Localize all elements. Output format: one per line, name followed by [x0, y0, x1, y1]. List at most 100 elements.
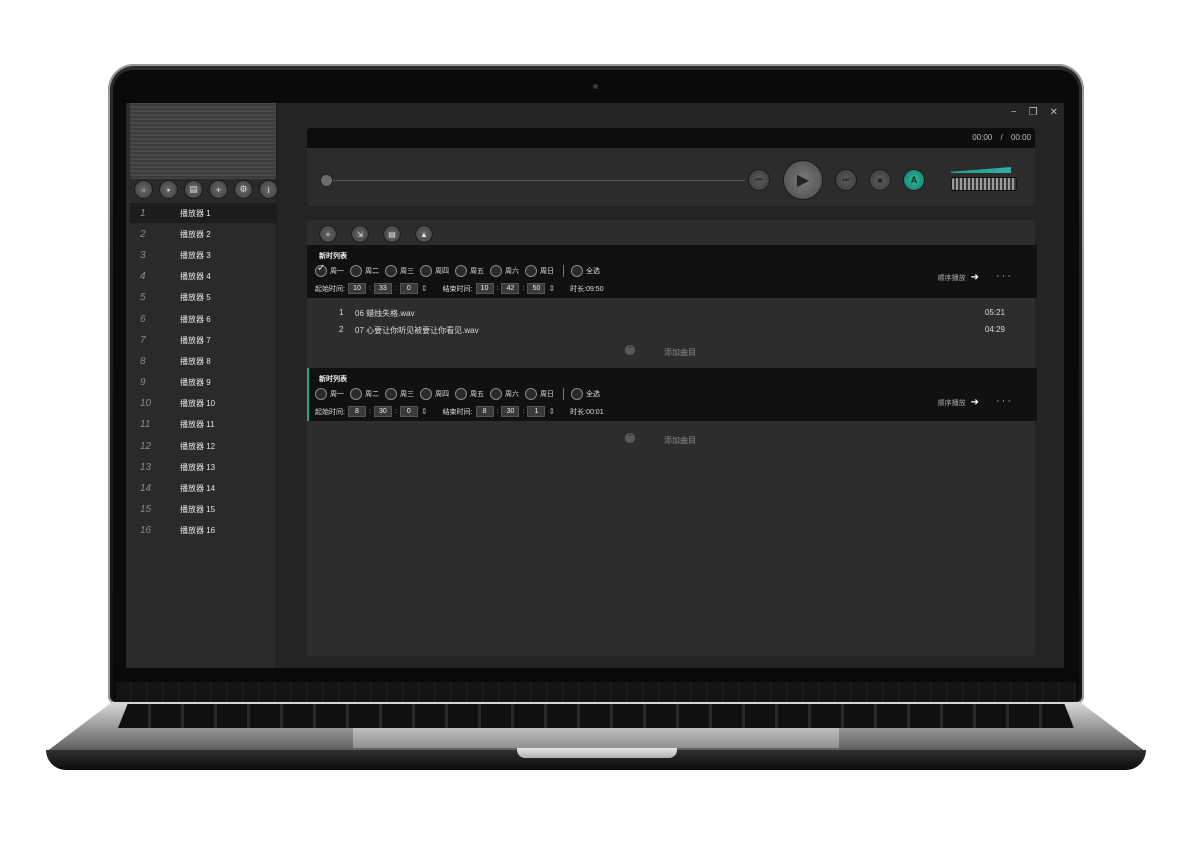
- play-button[interactable]: ▶: [783, 160, 823, 200]
- day-option[interactable]: 周六: [490, 265, 519, 277]
- sidebar-item-player[interactable]: 8 播放器 8: [130, 351, 276, 373]
- more-options-button[interactable]: ···: [996, 395, 1013, 407]
- day-option[interactable]: 周六: [490, 388, 519, 400]
- sidebar-item-player[interactable]: 4 播放器 4: [130, 267, 276, 288]
- add-icon[interactable]: +: [319, 225, 337, 243]
- window-controls: − ❐ ✕: [1011, 107, 1058, 118]
- sidebar-item-player[interactable]: 5 播放器 5: [130, 288, 276, 309]
- start-second-field[interactable]: 0: [399, 406, 418, 417]
- day-option[interactable]: 周五: [455, 265, 484, 277]
- info-icon[interactable]: i: [259, 180, 278, 199]
- close-icon[interactable]: ✕: [1050, 107, 1058, 118]
- day-option[interactable]: 周二: [350, 388, 379, 400]
- sidebar-item-player[interactable]: 15 播放器 15: [130, 500, 276, 521]
- player-label: 播放器 14: [180, 484, 216, 494]
- start-minute-field[interactable]: 33: [373, 283, 392, 294]
- end-second-field[interactable]: 50: [527, 283, 546, 294]
- laptop-trackpad: [353, 728, 839, 748]
- sidebar-item-player[interactable]: 16 播放器 16: [130, 521, 276, 542]
- track-name: 07 心要让你听见被要让你看见.wav: [355, 326, 479, 335]
- restore-icon[interactable]: ❐: [1029, 107, 1038, 118]
- player-number: 16: [140, 525, 152, 537]
- schedule-toolbar: + ⇲ ▤ ▲: [319, 225, 433, 243]
- day-option[interactable]: 周一: [315, 388, 344, 400]
- play-order-label: 顺序播放: [937, 400, 966, 407]
- copy-icon[interactable]: ▫: [134, 180, 153, 199]
- end-second-field[interactable]: 1: [527, 406, 546, 417]
- sidebar-item-player[interactable]: 6 播放器 6: [130, 309, 276, 331]
- day-option[interactable]: 周四: [420, 265, 449, 277]
- lock-icon[interactable]: ▪: [159, 180, 178, 199]
- day-option[interactable]: 周日: [525, 265, 554, 277]
- stop-button[interactable]: ■: [869, 169, 891, 191]
- add-track-label[interactable]: 添加曲目: [664, 347, 696, 358]
- spinner-icon[interactable]: ⇕: [421, 407, 428, 416]
- player-label: 播放器 15: [180, 505, 216, 515]
- auto-button[interactable]: A: [903, 169, 925, 191]
- sidebar-item-player[interactable]: 11 播放器 11: [130, 415, 276, 437]
- player-label: 播放器 8: [180, 356, 211, 366]
- day-option[interactable]: 周四: [420, 388, 449, 400]
- select-all-option[interactable]: 全选: [571, 265, 600, 277]
- player-list: 1 播放器 1 2 播放器 2 3 播放器 3 4 播放器 4 5 播放器 5 6 播放器 6 7 播放器…: [130, 203, 276, 542]
- player-label: 播放器 1: [180, 208, 211, 218]
- end-hour-field[interactable]: 10: [475, 283, 494, 294]
- start-minute-field[interactable]: 30: [373, 406, 392, 417]
- add-track-label[interactable]: 添加曲目: [664, 435, 696, 446]
- sidebar-item-player[interactable]: 1 播放器 1: [130, 203, 276, 225]
- day-label: 周一: [330, 391, 344, 398]
- start-hour-field[interactable]: 8: [347, 406, 366, 417]
- day-option[interactable]: 周一: [315, 263, 344, 277]
- day-option[interactable]: 周日: [525, 388, 554, 400]
- select-all-label: 全选: [586, 268, 600, 275]
- laptop-notch: [517, 748, 677, 758]
- day-option[interactable]: 周五: [455, 388, 484, 400]
- sidebar-item-player[interactable]: 2 播放器 2: [130, 224, 276, 246]
- end-minute-field[interactable]: 30: [501, 406, 520, 417]
- duration-label: 时长:09:50: [570, 285, 604, 293]
- more-options-button[interactable]: ···: [996, 270, 1013, 282]
- volume-knob[interactable]: [951, 177, 1017, 191]
- day-option[interactable]: 周三: [385, 388, 414, 400]
- collapse-icon[interactable]: ⌃: [625, 345, 635, 355]
- collapse-icon[interactable]: ⌃: [625, 433, 635, 443]
- sidebar-item-player[interactable]: 13 播放器 13: [130, 457, 276, 479]
- spinner-icon[interactable]: ⇕: [548, 284, 555, 293]
- progress-knob[interactable]: [320, 174, 333, 187]
- sidebar-item-player[interactable]: 14 播放器 14: [130, 478, 276, 500]
- player-label: 播放器 3: [180, 250, 211, 260]
- radio-icon: [455, 388, 467, 400]
- sidebar-item-player[interactable]: 10 播放器 10: [130, 394, 276, 415]
- day-selector: 周一 周二 周三 周四 周五 周六 周日 全选: [315, 263, 602, 277]
- start-hour-field[interactable]: 10: [347, 283, 366, 294]
- day-option[interactable]: 周二: [350, 265, 379, 277]
- end-hour-field[interactable]: 8: [475, 406, 494, 417]
- previous-button[interactable]: ⏮: [748, 169, 770, 191]
- radio-icon: [490, 388, 502, 400]
- spinner-icon[interactable]: ⇕: [421, 284, 428, 293]
- sidebar-item-player[interactable]: 3 播放器 3: [130, 245, 276, 267]
- end-minute-field[interactable]: 42: [501, 283, 520, 294]
- player-number: 7: [140, 334, 146, 346]
- select-all-option[interactable]: 全选: [571, 388, 600, 400]
- track-name: 06 蜡烛失格.wav: [355, 309, 415, 318]
- sidebar-item-player[interactable]: 12 播放器 12: [130, 436, 276, 458]
- day-option[interactable]: 周三: [385, 265, 414, 277]
- spinner-icon[interactable]: ⇕: [548, 407, 555, 416]
- volume-control[interactable]: [947, 164, 1019, 194]
- play-order-button[interactable]: 顺序播放 ➜: [938, 397, 979, 408]
- player-number: 9: [140, 377, 146, 389]
- save-icon[interactable]: ▤: [184, 180, 203, 199]
- clear-icon[interactable]: ▲: [415, 225, 433, 243]
- add-icon[interactable]: +: [209, 180, 228, 199]
- start-second-field[interactable]: 0: [399, 283, 418, 294]
- progress-track[interactable]: [325, 180, 745, 181]
- minimize-icon[interactable]: −: [1011, 107, 1017, 118]
- next-button[interactable]: ⏭: [835, 169, 857, 191]
- import-icon[interactable]: ⇲: [351, 225, 369, 243]
- play-order-button[interactable]: 顺序播放 ➜: [938, 272, 979, 283]
- sidebar-item-player[interactable]: 9 播放器 9: [130, 373, 276, 394]
- save-icon[interactable]: ▤: [383, 225, 401, 243]
- settings-icon[interactable]: ⚙: [234, 180, 253, 199]
- sidebar-item-player[interactable]: 7 播放器 7: [130, 330, 276, 352]
